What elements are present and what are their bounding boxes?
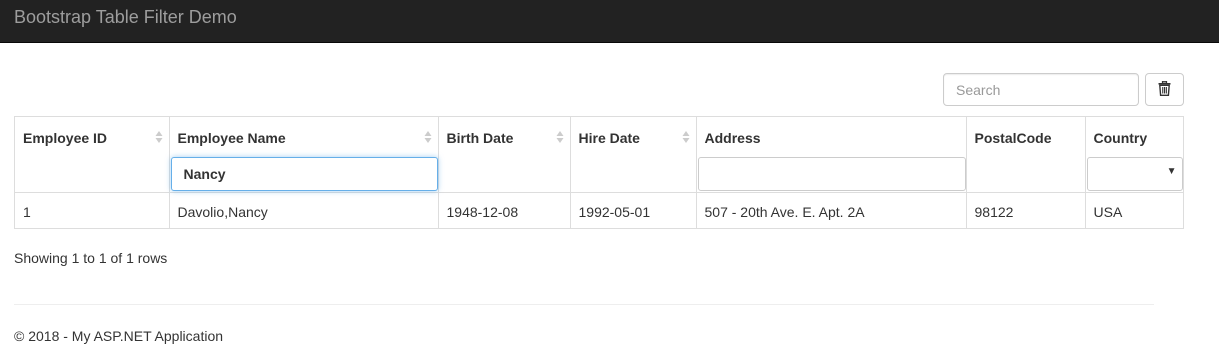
column-header-country: Country ▼ <box>1084 117 1183 192</box>
sort-icon <box>155 131 162 143</box>
table-cell: 1992-05-01 <box>569 191 696 228</box>
trash-icon <box>1158 80 1171 99</box>
pagination-info: Showing 1 to 1 of 1 rows <box>14 250 168 266</box>
column-header-employee-name[interactable]: Employee Name <box>168 117 438 192</box>
table-cell: Davolio,Nancy <box>168 191 438 228</box>
table-cell: 1948-12-08 <box>437 191 570 228</box>
divider <box>14 304 1154 305</box>
column-label: Employee ID <box>23 130 108 146</box>
employee-table: Employee ID Employee Name Birth Date Hir… <box>14 116 1184 229</box>
sort-icon <box>424 131 431 143</box>
column-label: Country <box>1093 130 1148 146</box>
filter-select-country[interactable]: ▼ <box>1086 157 1183 191</box>
dropdown-arrow-icon: ▼ <box>1166 166 1177 177</box>
navbar: Bootstrap Table Filter Demo <box>0 0 1219 43</box>
column-label: Employee Name <box>177 130 286 146</box>
navbar-brand[interactable]: Bootstrap Table Filter Demo <box>14 7 237 27</box>
sort-icon <box>556 131 563 143</box>
column-header-address: Address <box>695 117 966 192</box>
column-header-postal-code: PostalCode <box>965 117 1085 192</box>
table-cell: 98122 <box>965 191 1085 228</box>
column-label: PostalCode <box>974 130 1052 146</box>
table-cell: 1 <box>15 191 169 228</box>
footer-text: © 2018 - My ASP.NET Application <box>14 328 224 344</box>
column-header-employee-id[interactable]: Employee ID <box>15 117 169 192</box>
table-cell: USA <box>1084 191 1183 228</box>
filter-input-address[interactable] <box>697 157 966 191</box>
sort-icon <box>682 131 689 143</box>
column-label: Birth Date <box>446 130 514 146</box>
column-header-birth-date[interactable]: Birth Date <box>437 117 570 192</box>
filter-input-employee-name[interactable] <box>170 157 438 191</box>
column-label: Hire Date <box>578 130 640 146</box>
clear-filters-button[interactable] <box>1145 73 1184 106</box>
table-header-row: Employee ID Employee Name Birth Date Hir… <box>15 117 1183 192</box>
table-row[interactable]: 1 Davolio,Nancy 1948-12-08 1992-05-01 50… <box>15 191 1183 228</box>
column-header-hire-date[interactable]: Hire Date <box>569 117 696 192</box>
column-label: Address <box>704 130 761 146</box>
table-cell: 507 - 20th Ave. E. Apt. 2A <box>695 191 966 228</box>
search-input[interactable] <box>943 73 1139 106</box>
